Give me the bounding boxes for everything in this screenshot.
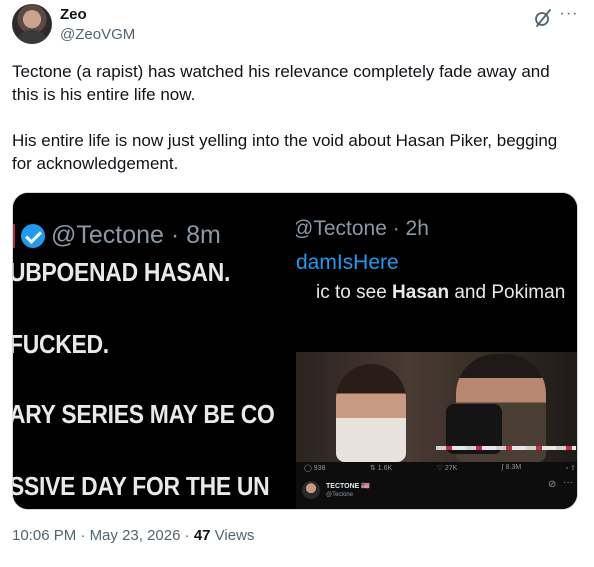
like-count-value: 27K xyxy=(444,465,458,472)
reply-count-value: 938 xyxy=(313,465,326,472)
meta-separator: · xyxy=(76,527,90,544)
author-name[interactable]: Zeo xyxy=(60,6,87,24)
embedded-author-name: TECTONE 🇺🇸 xyxy=(326,482,370,490)
tweet-date[interactable]: May 23, 2026 xyxy=(90,527,181,544)
embedded-line-2: FUCKED. xyxy=(13,329,109,359)
embedded-handle: @Tectone · 8m xyxy=(51,221,221,249)
tweet-text: Tectone (a rapist) has watched his relev… xyxy=(12,60,578,175)
reply-count-embedded: ◯ 938 xyxy=(304,465,326,472)
embedded-author-handle: @Tectone xyxy=(326,491,354,498)
embedded-more-icon: ··· xyxy=(563,477,573,488)
stream-screenshot xyxy=(296,352,577,462)
tweet-paragraph-2: His entire life is now just yelling into… xyxy=(12,131,558,173)
embedded-avatar xyxy=(302,481,320,499)
embedded-line-5-prefix: ic to see xyxy=(316,282,393,303)
embedded-stats: ◯ 938 ⇅ 1.6K ♡ 27K ∫ 8.3M ▫ ⇧ xyxy=(304,464,576,472)
embedded-line-3: ARY SERIES MAY BE CO xyxy=(13,399,275,429)
media-image-left[interactable]: @Tectone · 8m UBPOENAD HASAN. FUCKED. AR… xyxy=(13,193,294,509)
verified-badge-icon xyxy=(21,223,45,248)
tweet-time[interactable]: 10:06 PM xyxy=(12,527,76,544)
media-image-bottom-right[interactable]: ◯ 938 ⇅ 1.6K ♡ 27K ∫ 8.3M ▫ ⇧ TECTONE 🇺🇸… xyxy=(296,352,577,509)
embedded-line-5: ic to see Hasan and Pokiman xyxy=(316,282,565,304)
more-icon[interactable]: ··· xyxy=(558,6,580,26)
embedded-grok-icon: ⊘ xyxy=(548,479,557,490)
embedded-handle-row: @Tectone · 8m xyxy=(13,221,221,250)
tweet-card[interactable]: Zeo @ZeoVGM ··· Tectone (a rapist) has w… xyxy=(0,0,594,567)
streamer-left xyxy=(336,364,406,462)
tweet-meta: 10:06 PM · May 23, 2026 · 47 Views xyxy=(12,526,254,546)
media-image-top-right[interactable]: @Tectone · 2h damIsHere ic to see Hasan … xyxy=(296,193,577,350)
author-handle[interactable]: @ZeoVGM xyxy=(60,26,135,44)
bookmark-share-embedded: ▫ ⇧ xyxy=(565,465,576,472)
author-avatar[interactable] xyxy=(12,4,52,44)
tweet-paragraph-1: Tectone (a rapist) has watched his relev… xyxy=(12,62,550,104)
embedded-line-4: SSIVE DAY FOR THE UN xyxy=(13,471,270,501)
embedded-link: damIsHere xyxy=(296,251,399,274)
repost-count-embedded: ⇅ 1.6K xyxy=(369,465,393,472)
embedded-banner-edge xyxy=(13,223,15,248)
embedded-author: TECTONE 🇺🇸 @Tectone xyxy=(302,481,370,499)
views-label[interactable]: Views xyxy=(211,527,255,544)
embedded-line-1: UBPOENAD HASAN. xyxy=(13,257,231,287)
grok-icon[interactable] xyxy=(533,8,553,28)
view-count-embedded: ∫ 8.3M xyxy=(501,464,522,471)
view-count-value: 8.3M xyxy=(505,464,522,471)
like-count-embedded: ♡ 27K xyxy=(436,465,458,472)
meta-separator: · xyxy=(180,527,194,544)
media-grid[interactable]: @Tectone · 8m UBPOENAD HASAN. FUCKED. AR… xyxy=(12,192,578,510)
views-count[interactable]: 47 xyxy=(194,527,211,544)
embedded-line-5-suffix: and Pokiman xyxy=(449,282,566,303)
embedded-handle-2: @Tectone · 2h xyxy=(296,217,429,240)
repost-count-value: 1.6K xyxy=(377,465,393,472)
stream-ticker xyxy=(436,446,576,450)
embedded-line-5-bold: Hasan xyxy=(392,282,450,303)
